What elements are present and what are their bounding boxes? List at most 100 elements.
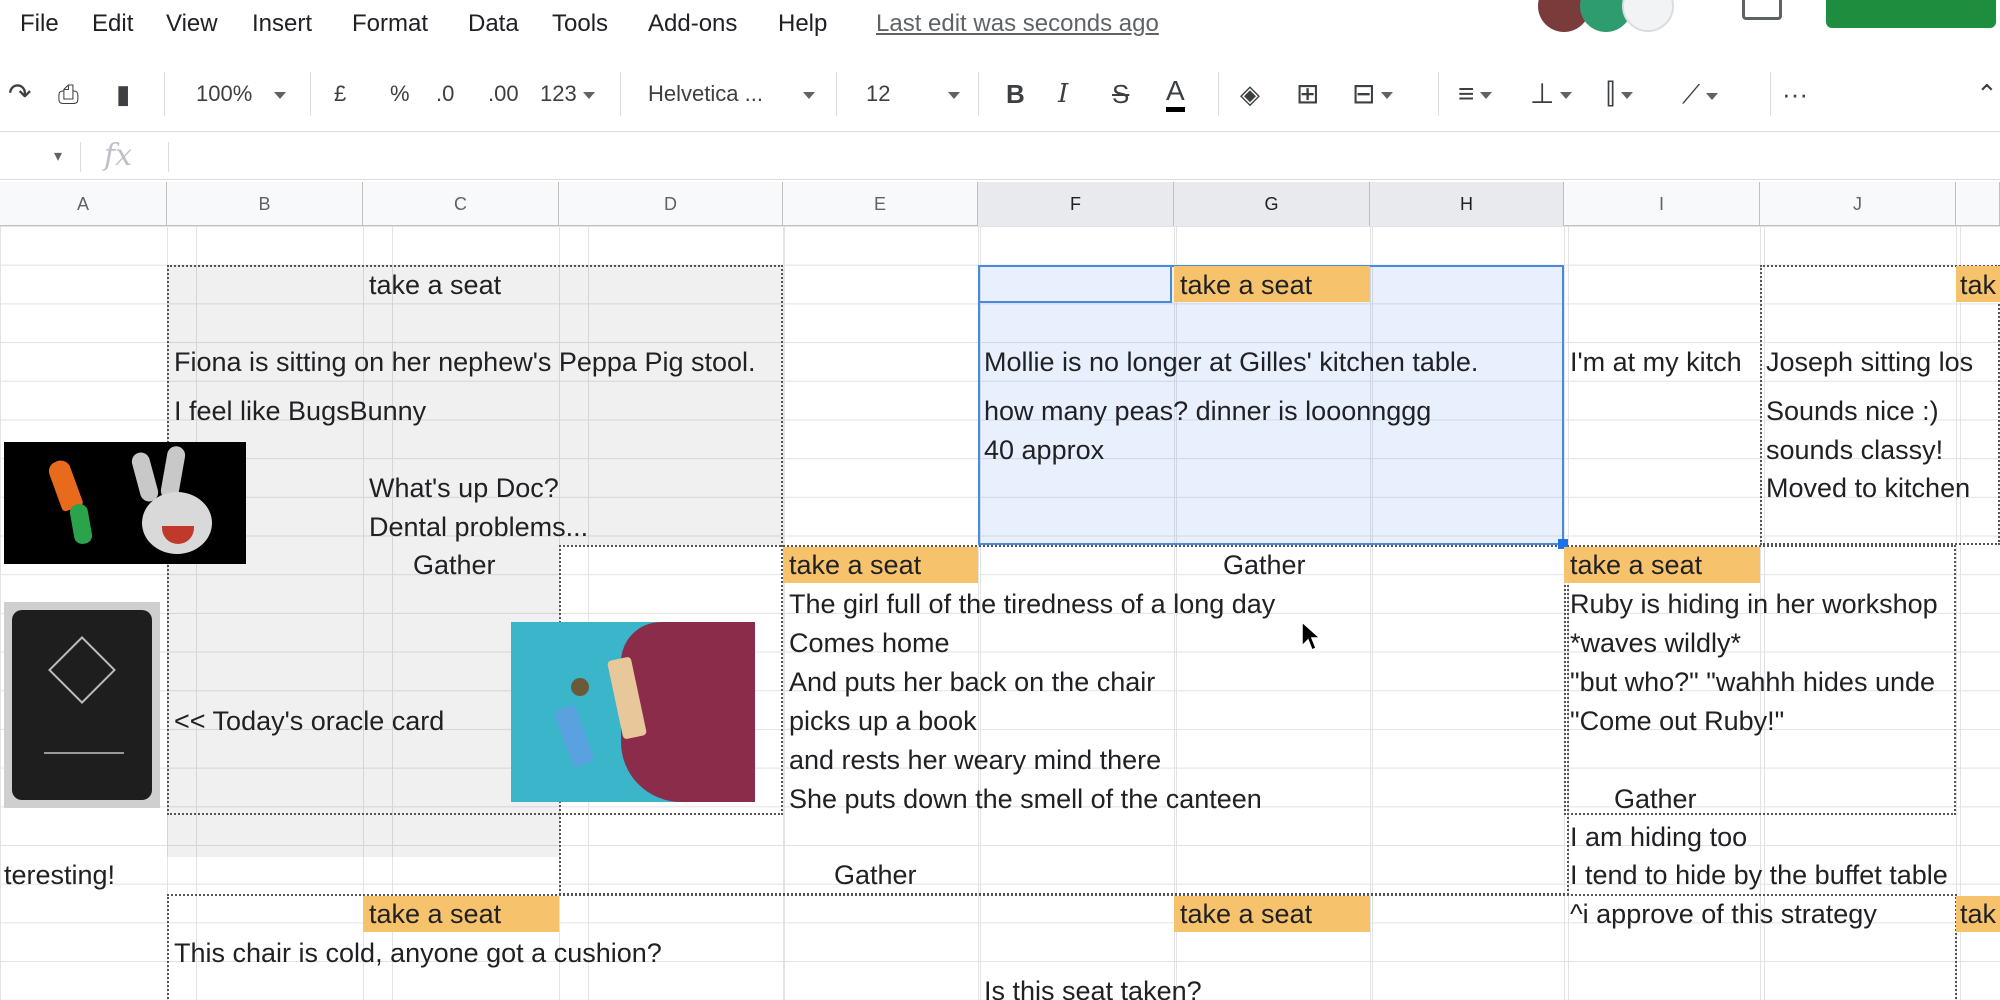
decrease-decimal-button[interactable]: .0 [436,76,454,112]
chevron-up-icon[interactable]: ⌃ [1976,76,1998,112]
cell-i10[interactable]: *waves wildly* [1570,624,1741,662]
merge-cells-icon[interactable]: ⊟ [1352,76,1394,112]
cell-c17[interactable]: take a seat [369,895,501,933]
column-header-h[interactable]: H [1370,182,1564,226]
cell-e9[interactable]: The girl full of the tiredness of a long… [789,585,1275,623]
menu-tools[interactable]: Tools [552,10,608,38]
cell-g17[interactable]: take a seat [1180,895,1312,933]
cell-e10[interactable]: Comes home [789,624,950,662]
fill-color-icon[interactable]: ◈ [1240,76,1260,112]
cell-e11[interactable]: And puts her back on the chair [789,663,1155,701]
cell-j5[interactable]: sounds classy! [1766,431,1943,469]
cell-b18[interactable]: This chair is cold, anyone got a cushion… [174,934,662,972]
menu-addons[interactable]: Add-ons [648,10,737,38]
active-cell[interactable] [978,265,1172,303]
column-header-k[interactable] [1956,182,2000,226]
column-header-c[interactable]: C [363,182,559,226]
oracle-card-image[interactable] [4,602,160,808]
cell-g1[interactable]: take a seat [1180,266,1312,304]
menu-data[interactable]: Data [468,10,519,38]
zoom-value: 100% [196,81,253,106]
column-header-b[interactable]: B [167,182,363,226]
menu-help[interactable]: Help [778,10,827,38]
bugs-bunny-image[interactable] [4,442,246,564]
font-size-value: 12 [866,81,891,106]
cell-i16[interactable]: I tend to hide by the buffet table [1570,856,1948,894]
cell-j6[interactable]: Moved to kitchen [1766,469,1970,507]
cell-i9[interactable]: Ruby is hiding in her workshop [1570,585,1938,623]
last-edit-link[interactable]: Last edit was seconds ago [876,10,1159,38]
column-header-e[interactable]: E [783,182,978,226]
cell-i3[interactable]: I'm at my kitch [1570,343,1758,381]
number-format-select[interactable]: 123 [540,76,595,112]
chevron-down-icon[interactable]: ▾ [54,146,62,166]
cell-e12[interactable]: picks up a book [789,702,977,740]
borders-icon[interactable]: ⊞ [1296,76,1319,112]
sewing-image[interactable] [511,622,755,802]
comment-icon[interactable] [1742,0,1782,20]
percent-button[interactable]: % [390,76,410,112]
cell-c6[interactable]: What's up Doc? [369,469,559,507]
share-button[interactable] [1826,0,1996,28]
formula-bar: ▾ fx [0,134,2000,180]
text-color-button[interactable]: A [1166,76,1185,112]
cell-a16[interactable]: teresting! [4,856,115,894]
cell-e16[interactable]: Gather [834,856,917,894]
cell-g8[interactable]: Gather [1223,546,1306,584]
zoom-select[interactable]: 100% [196,76,287,112]
menu-view[interactable]: View [166,10,218,38]
cell-b4[interactable]: I feel like BugsBunny [174,392,426,430]
column-header-a[interactable]: A [0,182,167,226]
text-wrap-icon[interactable]: ⫿ [1606,76,1633,112]
cell-c1[interactable]: take a seat [369,266,501,304]
menu-format[interactable]: Format [352,10,428,38]
menu-edit[interactable]: Edit [92,10,133,38]
italic-button[interactable]: I [1058,76,1068,112]
cell-i17[interactable]: ^i approve of this strategy [1570,895,1877,933]
more-button[interactable]: ··· [1782,76,1808,112]
cell-f5[interactable]: 40 approx [984,431,1104,469]
cell-i8[interactable]: take a seat [1570,546,1702,584]
increase-decimal-button[interactable]: .00 [488,76,519,112]
cell-f19[interactable]: Is this seat taken? [984,972,1202,1000]
cell-b12[interactable]: << Today's oracle card [174,702,444,740]
number-format-value: 123 [540,81,577,106]
cell-j3[interactable]: Joseph sitting los [1766,343,1973,381]
menu-file[interactable]: File [20,10,59,38]
cell-c7[interactable]: Dental problems... [369,508,588,546]
paint-format-icon[interactable]: ▮ [116,76,130,112]
column-header-i[interactable]: I [1564,182,1760,226]
column-header-d[interactable]: D [559,182,783,226]
cell-k1[interactable]: tak [1960,266,1996,304]
avatar[interactable] [1622,0,1674,32]
cell-f4[interactable]: how many peas? dinner is looonnggg [984,392,1431,430]
column-header-f[interactable]: F [978,182,1174,226]
font-select[interactable]: Helvetica ... [648,76,815,112]
column-header-g[interactable]: G [1174,182,1370,226]
vertical-align-icon[interactable]: ⊥ [1530,76,1573,112]
cell-k17[interactable]: tak [1960,895,1996,933]
column-header-j[interactable]: J [1760,182,1956,226]
redo-icon[interactable]: ↷ [8,76,31,112]
cell-c8[interactable]: Gather [413,546,496,584]
cell-i14[interactable]: Gather [1614,780,1697,818]
bold-button[interactable]: B [1006,76,1025,112]
menu-insert[interactable]: Insert [252,10,312,38]
cell-i12[interactable]: "Come out Ruby!" [1570,702,1784,740]
menu-bar: File Edit View Insert Format Data Tools … [0,0,2000,52]
print-icon[interactable]: ⎙ [58,76,79,112]
strikethrough-button[interactable]: S [1112,76,1129,112]
cell-b3[interactable]: Fiona is sitting on her nephew's Peppa P… [174,343,756,381]
currency-button[interactable]: £ [334,76,346,112]
cell-j4[interactable]: Sounds nice :) [1766,392,1939,430]
cell-i11[interactable]: "but who?" "wahhh hides unde [1570,663,1935,701]
cell-e8[interactable]: take a seat [789,546,921,584]
cell-e13[interactable]: and rests her weary mind there [789,741,1161,779]
cell-e14[interactable]: She puts down the smell of the canteen [789,780,1262,818]
fx-icon: fx [104,138,133,173]
text-rotation-icon[interactable]: ⟋ [1682,76,1719,112]
horizontal-align-icon[interactable]: ≡ [1458,76,1493,112]
cell-f3[interactable]: Mollie is no longer at Gilles' kitchen t… [984,343,1478,381]
cell-i15[interactable]: I am hiding too [1570,818,1747,856]
font-size-select[interactable]: 12 [866,76,961,112]
